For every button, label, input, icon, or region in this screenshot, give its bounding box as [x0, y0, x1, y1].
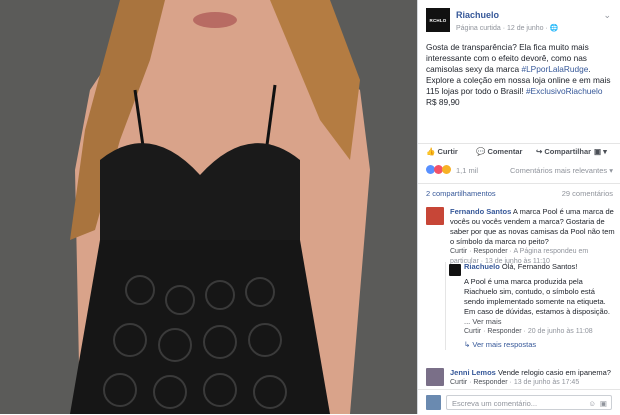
- hashtag-link[interactable]: #LPporLalaRudge: [521, 64, 588, 74]
- avatar[interactable]: [449, 264, 461, 276]
- reply-text: Olá, Fernando Santos!: [499, 262, 578, 271]
- comment-author[interactable]: Fernando Santos: [450, 207, 511, 216]
- camera-icon[interactable]: ▣: [600, 396, 607, 411]
- avatar[interactable]: [426, 207, 444, 225]
- thumbs-up-icon: 👍: [426, 147, 436, 156]
- comment-like-link[interactable]: Curtir: [450, 248, 467, 255]
- reply-item: Riachuelo Olá, Fernando Santos! A Pool é…: [446, 262, 616, 350]
- reply-author[interactable]: Riachuelo: [464, 262, 500, 271]
- reply-reply-link[interactable]: Responder: [487, 328, 521, 335]
- post-meta: Página curtida · 12 de junho · 🌐: [456, 25, 559, 32]
- like-button[interactable]: 👍 Curtir: [426, 147, 458, 156]
- comment-button[interactable]: 💬 Comentar: [476, 147, 522, 156]
- shares-link[interactable]: 2 compartilhamentos: [426, 189, 496, 198]
- avatar: [426, 395, 441, 410]
- comment-sort-dropdown[interactable]: Comentários mais relevantes ▾: [510, 166, 613, 175]
- page-name[interactable]: Riachuelo: [456, 10, 499, 20]
- comment-reply-link[interactable]: Responder: [473, 379, 507, 386]
- post-panel: RCHLO Riachuelo Página curtida · 12 de j…: [417, 0, 620, 414]
- comment-body: Jenni Lemos Vende relogio casio em ipane…: [450, 368, 616, 388]
- reply-meta: Curtir · Responder · 20 de junho às 11:0…: [464, 328, 593, 335]
- emoji-icon[interactable]: ☺: [588, 396, 596, 411]
- comment-body: Fernando Santos A marca Pool é uma marca…: [450, 207, 616, 267]
- comment-like-link[interactable]: Curtir: [450, 379, 467, 386]
- comment-item: Jenni Lemos Vende relogio casio em ipane…: [426, 368, 616, 388]
- comments-count[interactable]: 29 comentários: [562, 189, 613, 198]
- reply-arrow-icon: ↳: [464, 340, 471, 349]
- globe-icon: 🌐: [549, 25, 559, 32]
- chevron-down-icon[interactable]: ⌄: [603, 10, 611, 21]
- lingerie-photo-illustration: [0, 0, 417, 414]
- reaction-count[interactable]: 1,1 mil: [456, 166, 478, 175]
- comment-item: Fernando Santos A marca Pool é uma marca…: [426, 207, 616, 267]
- comment-input-bar: Escreva um comentário... ☺ ▣: [418, 389, 620, 415]
- comment-text: Vende relogio casio em ipanema?: [495, 368, 611, 377]
- post-photo[interactable]: [0, 0, 417, 414]
- reply-like-link[interactable]: Curtir: [464, 328, 481, 335]
- hashtag-link[interactable]: #ExclusivoRiachuelo: [526, 86, 603, 96]
- post-header: RCHLO Riachuelo Página curtida · 12 de j…: [426, 8, 615, 36]
- page-logo[interactable]: RCHLO: [426, 8, 450, 32]
- action-bar: 👍 Curtir 💬 Comentar ↪ Compartilhar ▣ ▾: [418, 143, 620, 158]
- reply-body: A Pool é uma marca produzida pela Riachu…: [464, 277, 610, 316]
- share-button[interactable]: ↪ Compartilhar: [536, 147, 591, 156]
- audience-selector[interactable]: ▣ ▾: [594, 147, 607, 156]
- more-replies-link[interactable]: ↳ Ver mais respostas: [464, 340, 616, 350]
- comment-author[interactable]: Jenni Lemos: [450, 368, 496, 377]
- reaction-summary[interactable]: 1,1 mil Comentários mais relevantes ▾: [418, 165, 620, 179]
- comment-input[interactable]: Escreva um comentário... ☺ ▣: [446, 395, 612, 410]
- comment-meta: Curtir · Responder · 13 de junho às 17:4…: [450, 379, 580, 386]
- avatar-icon: ▣: [594, 147, 602, 156]
- see-more-link[interactable]: ... Ver mais: [464, 317, 616, 327]
- comment-reply-link[interactable]: Responder: [473, 248, 507, 255]
- comment-icon: 💬: [476, 147, 486, 156]
- avatar[interactable]: [426, 368, 444, 386]
- share-icon: ↪: [536, 147, 543, 156]
- stats-row: 2 compartilhamentos 29 comentários: [418, 183, 620, 198]
- wow-reaction-icon: [442, 165, 451, 174]
- post-text: Gosta de transparência? Ela fica muito m…: [426, 42, 611, 107]
- reply-thread: Riachuelo Olá, Fernando Santos! A Pool é…: [445, 262, 616, 350]
